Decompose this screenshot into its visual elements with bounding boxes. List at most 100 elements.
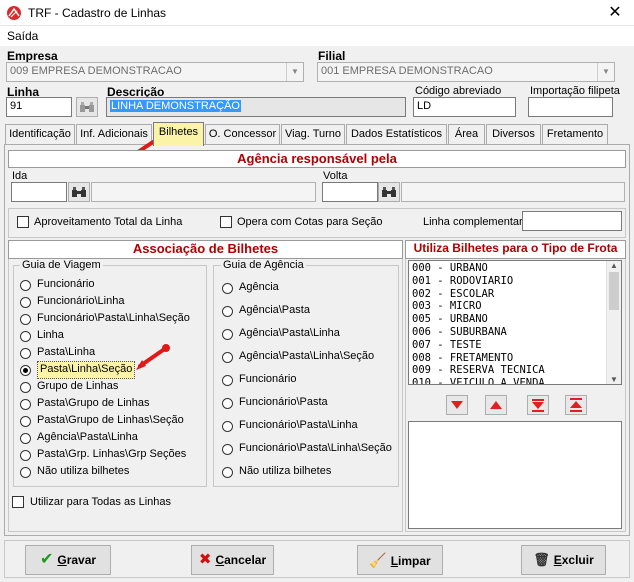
limpar-button[interactable]: 🧹 Limpar [357,545,443,575]
viagem-radio-label[interactable]: Não utiliza bilhetes [37,465,129,477]
utilizar-todas-checkbox[interactable] [12,496,24,508]
frota-list-item[interactable]: 005 - URBANO [409,313,621,326]
ida-name-field [91,182,316,202]
move-bottom-button[interactable] [527,395,549,415]
tab-fretamento[interactable]: Fretamento [542,124,608,144]
viagem-radio-label[interactable]: Pasta\Linha\Seção [37,361,136,379]
move-down-button[interactable] [446,395,468,415]
importacao-input[interactable] [528,97,613,117]
volta-code-input[interactable] [322,182,378,202]
agencia-radio-label[interactable]: Funcionário [239,373,296,385]
viagem-radio[interactable] [20,467,31,478]
frota-list-item[interactable]: 007 - TESTE [409,339,621,352]
viagem-radio-label[interactable]: Agência\Pasta\Linha [37,431,138,443]
frota-list-item[interactable]: 006 - SUBURBANA [409,326,621,339]
agencia-radio-label[interactable]: Funcionário\Pasta\Linha\Seção [239,442,392,454]
tab-identificacao[interactable]: Identificação [5,124,75,144]
tab-o-concessor[interactable]: O. Concessor [205,124,280,144]
viagem-radio[interactable] [20,297,31,308]
binoculars-icon [80,102,94,112]
viagem-radio[interactable] [20,314,31,325]
viagem-radio[interactable] [20,280,31,291]
scroll-up-icon[interactable]: ▲ [607,261,621,270]
tab-viag-turno[interactable]: Viag. Turno [281,124,345,144]
viagem-radio-label[interactable]: Pasta\Grp. Linhas\Grp Seções [37,448,186,460]
tab-area[interactable]: Área [448,124,485,144]
scroll-down-icon[interactable]: ▼ [607,375,621,384]
viagem-radio[interactable] [20,382,31,393]
viagem-radio-label[interactable]: Pasta\Linha [37,346,95,358]
viagem-radio[interactable] [20,365,31,376]
agencia-radio-label[interactable]: Agência\Pasta\Linha\Seção [239,350,374,362]
gravar-mnemonic: G [57,553,67,567]
descricao-input[interactable]: LINHA DEMONSTRAÇÃO [106,97,406,117]
menu-saida[interactable]: Saída [7,29,38,43]
tab-bilhetes[interactable]: Bilhetes [153,122,204,146]
viagem-radio-label[interactable]: Funcionário [37,278,94,290]
linha-input[interactable]: 91 [6,97,72,117]
move-up-button[interactable] [485,395,507,415]
agencia-radio-label[interactable]: Funcionário\Pasta [239,396,328,408]
agencia-radio[interactable] [222,467,233,478]
linha-search-button[interactable] [76,97,98,117]
cancelar-button[interactable]: ✖ Cancelar [191,545,274,575]
agencia-radio-label[interactable]: Agência [239,281,279,293]
empresa-label: Empresa [7,49,58,63]
agencia-radio-label[interactable]: Agência\Pasta\Linha [239,327,340,339]
viagem-radio-label[interactable]: Pasta\Grupo de Linhas\Seção [37,414,184,426]
agencia-radio[interactable] [222,352,233,363]
agencia-radio-label[interactable]: Não utiliza bilhetes [239,465,331,477]
agencia-radio[interactable] [222,421,233,432]
ida-search-button[interactable] [68,182,90,202]
viagem-radio-label[interactable]: Pasta\Grupo de Linhas [37,397,150,409]
viagem-radio-label[interactable]: Linha [37,329,64,341]
frota-list-item[interactable]: 008 - FRETAMENTO [409,352,621,365]
agencia-radio[interactable] [222,398,233,409]
filial-combo[interactable]: 001 EMPRESA DEMONSTRACAO [317,62,615,82]
guia-agencia-legend: Guia de Agência [221,259,306,271]
tab-diversos[interactable]: Diversos [486,124,541,144]
frota-selected-list[interactable] [408,421,622,529]
move-top-button[interactable] [565,395,587,415]
agencia-radio-label[interactable]: Funcionário\Pasta\Linha [239,419,358,431]
gravar-button[interactable]: ✔ Gravar [25,545,111,575]
frota-list-item[interactable]: 003 - MICRO [409,300,621,313]
excluir-button[interactable]: 🗑 Excluir [521,545,606,575]
aproveitamento-checkbox[interactable] [17,216,29,228]
viagem-radio[interactable] [20,433,31,444]
cotas-checkbox[interactable] [220,216,232,228]
viagem-radio-label[interactable]: Funcionário\Pasta\Linha\Seção [37,312,190,324]
frota-list-item[interactable]: 002 - ESCOLAR [409,288,621,301]
chevron-down-icon[interactable]: ▼ [597,63,614,81]
scroll-thumb[interactable] [609,272,619,310]
viagem-radio-label[interactable]: Grupo de Linhas [37,380,118,392]
frota-list-item[interactable]: 010 - VEICULO A VENDA [409,377,621,384]
frota-list-item[interactable]: 000 - URBANO [409,262,621,275]
agencia-radio[interactable] [222,375,233,386]
viagem-radio[interactable] [20,416,31,427]
close-icon[interactable]: ✕ [600,2,630,24]
complementar-input[interactable] [522,211,622,231]
chevron-down-icon[interactable]: ▼ [286,63,303,81]
empresa-combo[interactable]: 009 EMPRESA DEMONSTRACAO [6,62,304,82]
volta-name-field [401,182,625,202]
agencia-radio[interactable] [222,283,233,294]
agencia-radio[interactable] [222,306,233,317]
tab-dados-estatisticos[interactable]: Dados Estatísticos [346,124,447,144]
viagem-radio[interactable] [20,450,31,461]
viagem-radio-label[interactable]: Funcionário\Linha [37,295,124,307]
viagem-radio[interactable] [20,348,31,359]
frota-list-item[interactable]: 009 - RESERVA TECNICA [409,364,621,377]
viagem-radio[interactable] [20,331,31,342]
viagem-radio[interactable] [20,399,31,410]
frota-list[interactable]: 000 - URBANO 001 - RODOVIARIO 002 - ESCOLA… [408,260,622,385]
volta-search-button[interactable] [378,182,400,202]
cancelar-mnemonic: C [215,553,225,567]
codigo-input[interactable]: LD [413,97,516,117]
ida-code-input[interactable] [11,182,67,202]
frota-scrollbar[interactable]: ▲ ▼ [606,261,621,384]
agencia-radio-label[interactable]: Agência\Pasta [239,304,310,316]
agencia-radio[interactable] [222,444,233,455]
agencia-radio[interactable] [222,329,233,340]
frota-list-item[interactable]: 001 - RODOVIARIO [409,275,621,288]
